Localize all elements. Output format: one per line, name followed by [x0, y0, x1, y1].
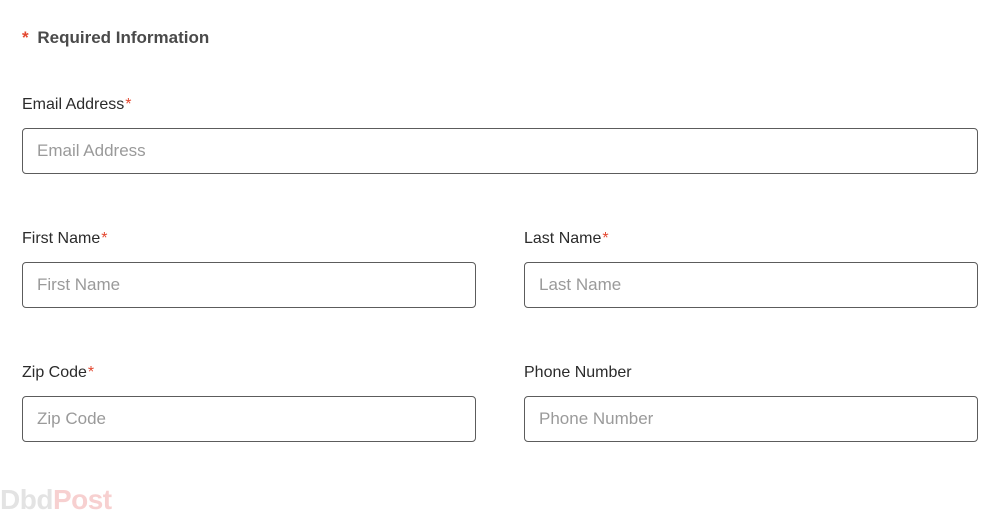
label-email-text: Email Address: [22, 96, 124, 113]
watermark: DbdPost: [0, 484, 112, 516]
label-phone-text: Phone Number: [524, 364, 632, 381]
label-last-name-text: Last Name: [524, 230, 601, 247]
label-last-name: Last Name*: [524, 230, 978, 248]
label-phone: Phone Number: [524, 364, 978, 382]
group-phone: Phone Number: [524, 364, 978, 442]
required-mark: *: [101, 230, 107, 247]
required-mark: *: [125, 96, 131, 113]
input-last-name[interactable]: [524, 262, 978, 308]
required-mark: *: [88, 364, 94, 381]
group-zip-code: Zip Code*: [22, 364, 476, 442]
label-first-name: First Name*: [22, 230, 476, 248]
input-zip-code[interactable]: [22, 396, 476, 442]
required-mark: *: [602, 230, 608, 247]
input-email[interactable]: [22, 128, 978, 174]
label-email: Email Address*: [22, 96, 978, 114]
label-zip-code-text: Zip Code: [22, 364, 87, 381]
label-first-name-text: First Name: [22, 230, 100, 247]
label-zip-code: Zip Code*: [22, 364, 476, 382]
input-phone[interactable]: [524, 396, 978, 442]
required-info-heading: * Required Information: [22, 28, 978, 48]
group-email: Email Address*: [22, 96, 978, 174]
row-name: First Name* Last Name*: [22, 230, 978, 308]
input-first-name[interactable]: [22, 262, 476, 308]
group-first-name: First Name*: [22, 230, 476, 308]
row-contact: Zip Code* Phone Number: [22, 364, 978, 442]
watermark-part1: Dbd: [0, 484, 53, 515]
heading-asterisk: *: [22, 28, 29, 47]
heading-text: Required Information: [37, 28, 209, 47]
watermark-part2: Post: [53, 484, 112, 515]
group-last-name: Last Name*: [524, 230, 978, 308]
row-email: Email Address*: [22, 96, 978, 174]
